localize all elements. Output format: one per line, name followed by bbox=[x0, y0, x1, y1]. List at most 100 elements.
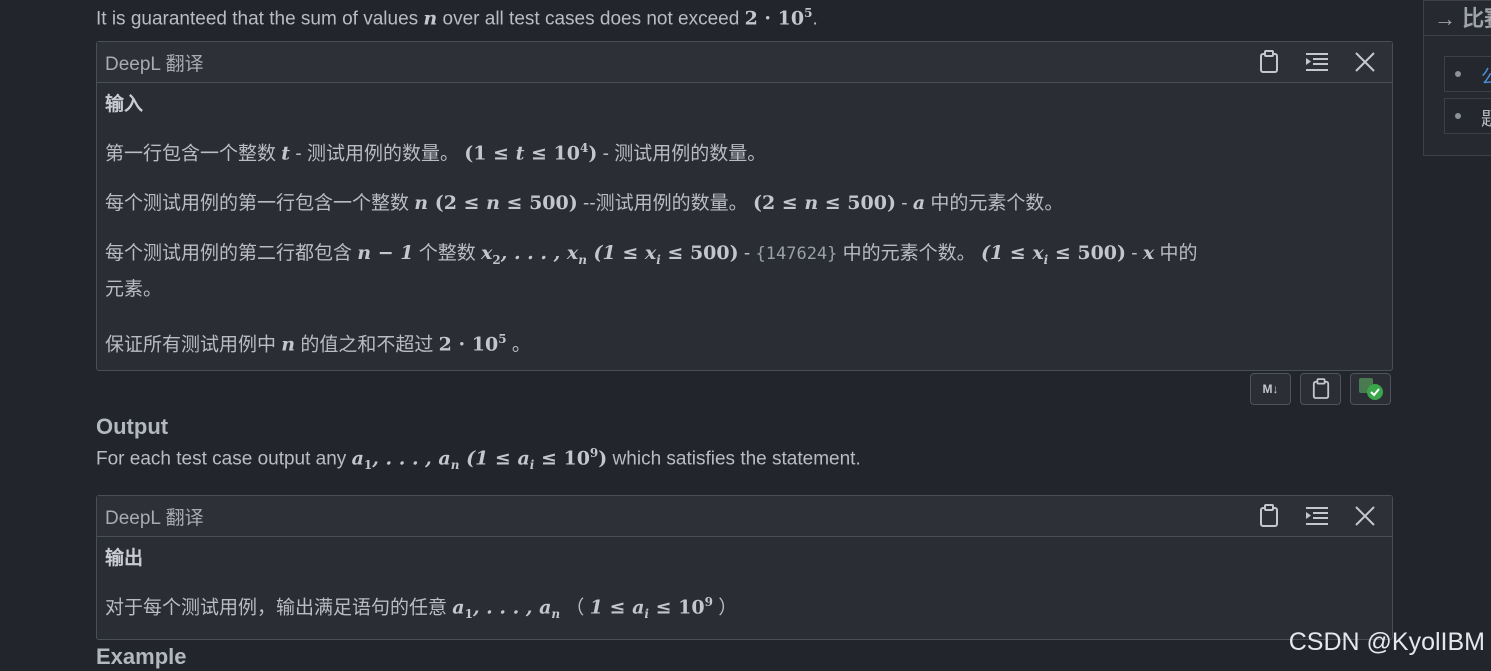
input-para-1: 第一行包含一个整数 t - 测试用例的数量。 (1 ≤ t ≤ 104) - 测… bbox=[105, 133, 1384, 169]
format-lines-icon[interactable] bbox=[1304, 503, 1330, 529]
translate-done-button[interactable] bbox=[1350, 373, 1391, 405]
math: (1 ≤ bbox=[464, 142, 516, 165]
input-heading: 输入 bbox=[105, 94, 144, 115]
text: 。 bbox=[506, 334, 531, 356]
csdn-watermark: CSDN @KyolIBM bbox=[1288, 628, 1485, 656]
output-heading: Output bbox=[96, 414, 169, 439]
deepl-header: DeepL 翻译 bbox=[97, 42, 1392, 83]
math-a: a bbox=[912, 192, 926, 215]
code-literal: {147624} bbox=[755, 244, 838, 265]
copy-markdown-button[interactable]: M↓ bbox=[1250, 373, 1291, 405]
math-exponent: 9 bbox=[704, 595, 713, 609]
math-n: n bbox=[423, 7, 438, 30]
math: ≤ 10 bbox=[648, 596, 705, 619]
side-item-label: 题 bbox=[1481, 109, 1491, 130]
constraint-sentence: It is guaranteed that the sum of values … bbox=[96, 6, 818, 30]
input-para-2: 每个测试用例的第一行包含一个整数 n (2 ≤ n ≤ 500) --测试用例的… bbox=[105, 188, 1384, 219]
text: - 测试用例的数量。 bbox=[290, 143, 465, 165]
math: ) bbox=[598, 447, 608, 470]
math-subscript: n bbox=[578, 253, 587, 268]
example-heading: Example bbox=[96, 644, 187, 669]
math: , . . . , a bbox=[372, 447, 451, 470]
math: ) bbox=[588, 142, 598, 165]
format-lines-icon[interactable] bbox=[1304, 49, 1330, 75]
deepl-title: DeepL 翻译 bbox=[105, 507, 204, 529]
math-n: n bbox=[804, 192, 819, 215]
deepl-body: 输入 第一行包含一个整数 t - 测试用例的数量。 (1 ≤ t ≤ 104) … bbox=[97, 83, 1392, 370]
math-a: a bbox=[452, 596, 465, 619]
math-x: x bbox=[481, 242, 493, 265]
math: , . . . , x bbox=[500, 242, 579, 265]
math: (2 ≤ bbox=[752, 192, 805, 215]
intro-text: . bbox=[812, 8, 818, 30]
intro-text: over all test cases does not exceed bbox=[437, 8, 745, 30]
close-icon[interactable] bbox=[1352, 49, 1378, 75]
math-subscript: 1 bbox=[363, 458, 373, 473]
math: ≤ 10 bbox=[534, 447, 590, 470]
close-icon[interactable] bbox=[1352, 503, 1378, 529]
math-a: a bbox=[351, 447, 364, 470]
text: 中的元素个数。 bbox=[837, 243, 981, 265]
statement-toolbar: M↓ bbox=[1250, 373, 1391, 405]
text: --测试用例的数量。 bbox=[577, 193, 753, 215]
math-subscript: n bbox=[551, 607, 561, 622]
math-subscript: 2 bbox=[492, 253, 501, 268]
text: （ bbox=[560, 597, 590, 619]
side-item-label[interactable]: 公 bbox=[1481, 62, 1491, 89]
bullet-icon bbox=[1455, 71, 1461, 77]
text: 中的元素个数。 bbox=[925, 193, 1064, 215]
contest-side-panel: → 比赛 公 题 bbox=[1423, 0, 1491, 156]
text: which satisfies the statement. bbox=[607, 448, 861, 470]
divider bbox=[1424, 35, 1491, 36]
deepl-translation-output: DeepL 翻译 输出 对于每个测试用例，输出满足语句的任意 a1, . . .… bbox=[96, 495, 1393, 641]
math: 1 ≤ a bbox=[589, 596, 645, 619]
text: 每个测试用例的第一行包含一个整数 bbox=[105, 193, 415, 215]
text: - bbox=[1126, 243, 1143, 265]
text: ） bbox=[712, 597, 738, 619]
text: - bbox=[895, 193, 913, 215]
copy-button[interactable] bbox=[1300, 373, 1341, 405]
deepl-body: 输出 对于每个测试用例，输出满足语句的任意 a1, . . . , an （ 1… bbox=[97, 537, 1392, 639]
math: ≤ 10 bbox=[524, 142, 580, 165]
text: 对于每个测试用例，输出满足语句的任意 bbox=[105, 597, 453, 619]
deepl-header: DeepL 翻译 bbox=[97, 496, 1392, 537]
text: 中的 bbox=[1154, 243, 1198, 265]
math-x: x bbox=[1142, 242, 1155, 265]
translate-check-icon bbox=[1358, 378, 1383, 400]
math: ≤ 500) bbox=[660, 242, 739, 265]
math: ≤ 500) bbox=[818, 192, 896, 215]
math: ≤ 500) bbox=[1048, 242, 1127, 265]
text: 的值之和不超过 bbox=[295, 334, 439, 356]
output-translation-heading: 输出 bbox=[105, 548, 144, 569]
text: 保证所有测试用例中 bbox=[105, 334, 282, 356]
clipboard-icon[interactable] bbox=[1256, 503, 1282, 529]
deepl-translation-input: DeepL 翻译 输入 第一行包含一个整数 t - 测试用例的数量。 (1 ≤ … bbox=[96, 41, 1393, 372]
output-description: For each test case output any a1, . . . … bbox=[96, 446, 861, 472]
math: (1 ≤ x bbox=[586, 242, 657, 265]
intro-text: It is guaranteed that the sum of values bbox=[96, 8, 424, 30]
side-item-2[interactable]: 题 bbox=[1444, 98, 1491, 134]
text: 第一行包含一个整数 bbox=[105, 143, 282, 165]
text: 个整数 bbox=[413, 243, 482, 265]
clipboard-icon bbox=[1312, 378, 1329, 399]
input-para-3: 每个测试用例的第二行都包含 n − 1 个整数 x2, . . . , xn (… bbox=[105, 238, 1384, 305]
math: 2 · 10 bbox=[438, 333, 499, 356]
math-n-minus-1: n − 1 bbox=[357, 242, 414, 265]
math-subscript: 1 bbox=[464, 607, 473, 622]
text: 元素。 bbox=[105, 279, 163, 301]
text: - bbox=[738, 243, 756, 265]
text: For each test case output any bbox=[96, 448, 352, 470]
math-n: n bbox=[281, 333, 296, 356]
clipboard-icon[interactable] bbox=[1256, 49, 1282, 75]
side-panel-title: → 比赛 bbox=[1434, 6, 1491, 31]
math: (1 ≤ x bbox=[980, 242, 1044, 265]
math: (1 ≤ a bbox=[459, 447, 530, 470]
math-t: t bbox=[281, 142, 291, 165]
bullet-icon bbox=[1455, 113, 1461, 119]
input-para-4: 保证所有测试用例中 n 的值之和不超过 2 · 105 。 bbox=[105, 324, 1384, 360]
math: , . . . , a bbox=[472, 596, 552, 619]
text: 每个测试用例的第二行都包含 bbox=[105, 243, 358, 265]
math-n: n bbox=[486, 192, 500, 215]
math-bound: 2 · 10 bbox=[744, 7, 805, 30]
side-item-1[interactable]: 公 bbox=[1444, 56, 1491, 92]
